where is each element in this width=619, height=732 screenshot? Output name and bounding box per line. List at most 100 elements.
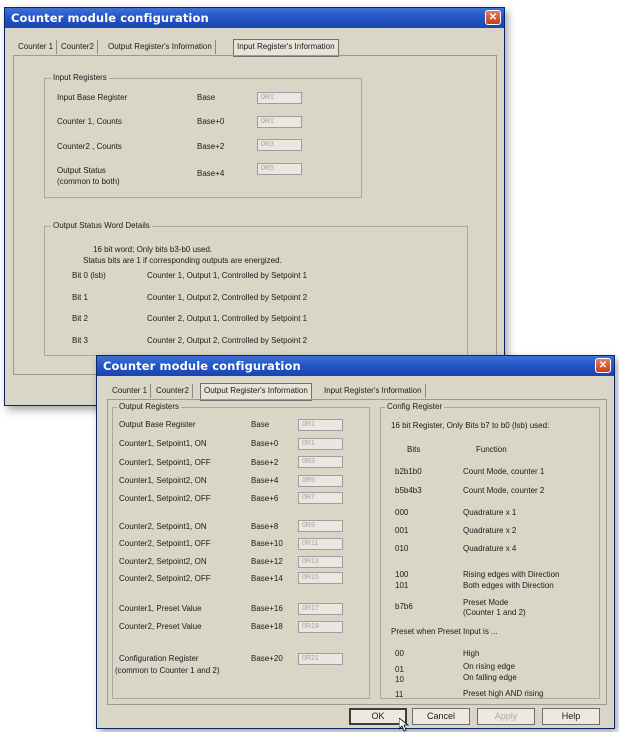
input-registers-group: Input Registers Input Base Register Base… [44, 73, 362, 198]
row-offset: Base+0 [251, 439, 279, 448]
status-description: Status bits are 1 if corresponding outpu… [83, 256, 282, 265]
config-bits: b2b1b0 [395, 467, 422, 476]
row-offset: Base+10 [251, 539, 283, 548]
row-label: Counter 1, Counts [57, 117, 122, 126]
register-field: 0R3 [257, 139, 302, 151]
row-label-note: (common to both) [57, 177, 120, 186]
window-title: Counter module configuration [103, 359, 301, 373]
group-title: Config Register [385, 402, 445, 411]
config-bits: 010 [395, 544, 409, 553]
register-field: 0R5 [257, 163, 302, 175]
register-field: 0R21 [298, 653, 343, 665]
row-label: Counter2, Setpoint1, ON [119, 522, 207, 531]
tab-counter1[interactable]: Counter 1 [109, 384, 152, 398]
bit-label: Bit 0 (lsb) [72, 271, 106, 280]
row-offset: Base+4 [251, 476, 279, 485]
help-button[interactable]: Help [542, 708, 600, 725]
register-field: 0R1 [298, 419, 343, 431]
register-field: 0R17 [298, 603, 343, 615]
bit-description: Counter 1, Output 2, Controlled by Setpo… [147, 293, 308, 302]
preset-function: High [463, 649, 480, 658]
bit-description: Counter 2, Output 1, Controlled by Setpo… [147, 314, 308, 323]
config-bits: 101 [395, 581, 409, 590]
preset-bits: 11 [395, 690, 404, 699]
preset-function: Preset high AND rising [463, 689, 544, 698]
config-function: Quadrature x 1 [463, 508, 517, 517]
title-bar[interactable]: Counter module configuration ✕ [5, 8, 504, 28]
mouse-cursor-icon [399, 718, 409, 732]
preset-bits: 00 [395, 649, 404, 658]
row-label: Counter2, Preset Value [119, 622, 202, 631]
row-offset: Base+8 [251, 522, 279, 531]
status-description: 16 bit word; Only bits b3-b0 used. [93, 245, 213, 254]
output-config-window: Counter module configuration ✕ Counter 1… [96, 355, 615, 732]
config-bits: b5b4b3 [395, 486, 422, 495]
register-field: 0R1 [298, 438, 343, 450]
row-offset: Base+18 [251, 622, 283, 631]
status-word-group: Output Status Word Details 16 bit word; … [44, 221, 468, 356]
tab-panel: Input Registers Input Base Register Base… [13, 55, 497, 375]
close-icon: ✕ [598, 360, 608, 371]
group-title: Output Registers [117, 402, 182, 411]
column-header-function: Function [476, 445, 507, 454]
tab-counter2[interactable]: Counter2 [58, 40, 98, 54]
row-offset: Base+14 [251, 574, 283, 583]
tab-panel: Output Registers Output Base Register Ba… [107, 399, 607, 705]
config-function: Count Mode, counter 2 [463, 486, 545, 495]
close-button[interactable]: ✕ [595, 358, 611, 373]
tab-counter1[interactable]: Counter 1 [15, 40, 58, 54]
group-title: Input Registers [51, 73, 109, 82]
register-field: 0R5 [298, 475, 343, 487]
row-label: Counter2 , Counts [57, 142, 122, 151]
row-offset: Base+2 [197, 142, 225, 151]
output-registers-group: Output Registers Output Base Register Ba… [112, 402, 370, 699]
row-label: Counter1, Setpoint1, OFF [119, 458, 211, 467]
bit-label: Bit 3 [72, 336, 89, 345]
bit-description: Counter 1, Output 1, Controlled by Setpo… [147, 271, 308, 280]
input-config-window: Counter module configuration ✕ Counter 1… [4, 7, 505, 406]
config-function-note: (Counter 1 and 2) [463, 608, 526, 617]
row-offset: Base+6 [251, 494, 279, 503]
row-label: Output Status [57, 166, 106, 175]
row-offset: Base [197, 93, 216, 102]
preset-function: On falling edge [463, 673, 517, 682]
cancel-button[interactable]: Cancel [412, 708, 470, 725]
row-label: Counter1, Setpoint1, ON [119, 439, 207, 448]
row-label-note: (common to Counter 1 and 2) [115, 666, 220, 675]
column-header-bits: Bits [407, 445, 421, 454]
row-offset: Base+4 [197, 169, 225, 178]
row-label: Counter1, Preset Value [119, 604, 202, 613]
row-label: Counter2, Setpoint1, OFF [119, 539, 211, 548]
row-label: Input Base Register [57, 93, 128, 102]
tab-input-registers[interactable]: Input Register's Information [321, 384, 426, 398]
config-intro: 16 bit Register, Only Bits b7 to b0 (lsb… [391, 421, 550, 430]
bit-description: Counter 2, Output 2, Controlled by Setpo… [147, 336, 308, 345]
bit-label: Bit 2 [72, 314, 89, 323]
row-offset: Base+2 [251, 458, 279, 467]
tab-counter2[interactable]: Counter2 [153, 384, 193, 398]
tab-output-registers[interactable]: Output Register's Information [105, 40, 216, 54]
config-function: Preset Mode [463, 598, 509, 607]
register-field: 0R19 [298, 621, 343, 633]
preset-bits: 01 [395, 665, 404, 674]
config-function: Quadrature x 2 [463, 526, 517, 535]
close-button[interactable]: ✕ [485, 10, 501, 25]
apply-button[interactable]: Apply [477, 708, 535, 725]
register-field: 0R9 [298, 520, 343, 532]
title-bar[interactable]: Counter module configuration ✕ [97, 356, 614, 376]
preset-bits: 10 [395, 675, 404, 684]
register-field: 0R1 [257, 92, 302, 104]
config-function: Both edges with Direction [463, 581, 554, 590]
window-title: Counter module configuration [11, 11, 209, 25]
register-field: 0R1 [257, 116, 302, 128]
row-label: Configuration Register [119, 654, 199, 663]
config-register-group: Config Register 16 bit Register, Only Bi… [380, 402, 600, 699]
group-title: Output Status Word Details [51, 221, 152, 230]
close-icon: ✕ [488, 12, 498, 23]
row-offset: Base+20 [251, 654, 283, 663]
preset-title: Preset when Preset Input is ... [391, 627, 498, 636]
config-function: Quadrature x 4 [463, 544, 517, 553]
row-label: Counter1, Setpoint2, OFF [119, 494, 211, 503]
bit-label: Bit 1 [72, 293, 89, 302]
config-function: Count Mode, counter 1 [463, 467, 545, 476]
